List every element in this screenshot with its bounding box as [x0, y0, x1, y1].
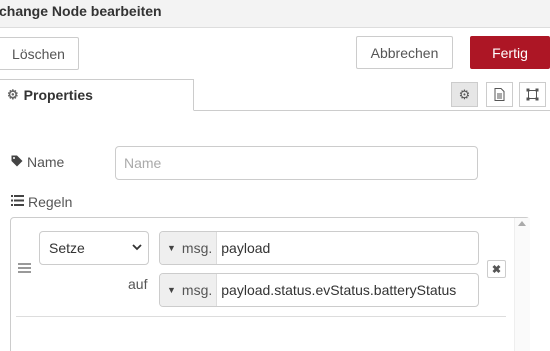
drag-handle-icon[interactable] — [18, 263, 31, 275]
list-icon — [11, 195, 24, 209]
scroll-up-icon[interactable] — [518, 221, 526, 226]
settings-tab-button[interactable]: ⚙ — [451, 82, 478, 107]
document-icon — [494, 88, 505, 101]
caret-down-icon: ▼ — [167, 285, 176, 295]
remove-rule-button[interactable]: ✖ — [487, 260, 506, 278]
rule-target-input[interactable]: ▼ msg. payload — [159, 231, 479, 265]
rule-action-select[interactable]: Setze — [39, 231, 149, 265]
done-button[interactable]: Fertig — [470, 36, 550, 69]
tab-properties[interactable]: ⚙ Properties — [0, 79, 194, 111]
name-label-text: Name — [27, 154, 65, 170]
appearance-tab-button[interactable] — [519, 82, 546, 107]
gear-icon: ⚙ — [7, 87, 19, 102]
rule-source-value[interactable]: payload.status.evStatus.batteryStatus — [217, 282, 456, 298]
rule-target-type-selector[interactable]: ▼ msg. — [160, 232, 218, 264]
rule-source-type-selector[interactable]: ▼ msg. — [160, 274, 218, 306]
rules-label-text: Regeln — [28, 194, 73, 210]
rules-scrollbar[interactable] — [514, 218, 530, 351]
rule-to-label: auf — [128, 276, 148, 292]
caret-down-icon: ▼ — [167, 243, 176, 253]
gear-icon: ⚙ — [458, 86, 471, 102]
rule-source-type: msg. — [181, 282, 213, 298]
close-icon: ✖ — [491, 263, 502, 276]
frame-icon — [526, 88, 539, 101]
cancel-button[interactable]: Abbrechen — [356, 36, 453, 69]
rule-target-type: msg. — [181, 240, 213, 256]
tab-label: Properties — [23, 87, 93, 103]
rule-divider — [16, 316, 506, 317]
delete-button[interactable]: Löschen — [0, 37, 79, 70]
name-input[interactable] — [115, 146, 478, 180]
description-tab-button[interactable] — [486, 82, 513, 107]
tag-icon — [11, 155, 23, 170]
rule-target-value[interactable]: payload — [217, 240, 270, 256]
rule-source-input[interactable]: ▼ msg. payload.status.evStatus.batterySt… — [159, 273, 479, 307]
dialog-title: change Node bearbeiten — [0, 3, 162, 19]
dialog-header: change Node bearbeiten — [0, 0, 550, 28]
rules-label: Regeln — [11, 194, 72, 210]
chevron-down-icon — [132, 242, 142, 254]
name-label: Name — [11, 154, 64, 170]
rule-action-value: Setze — [49, 240, 85, 256]
